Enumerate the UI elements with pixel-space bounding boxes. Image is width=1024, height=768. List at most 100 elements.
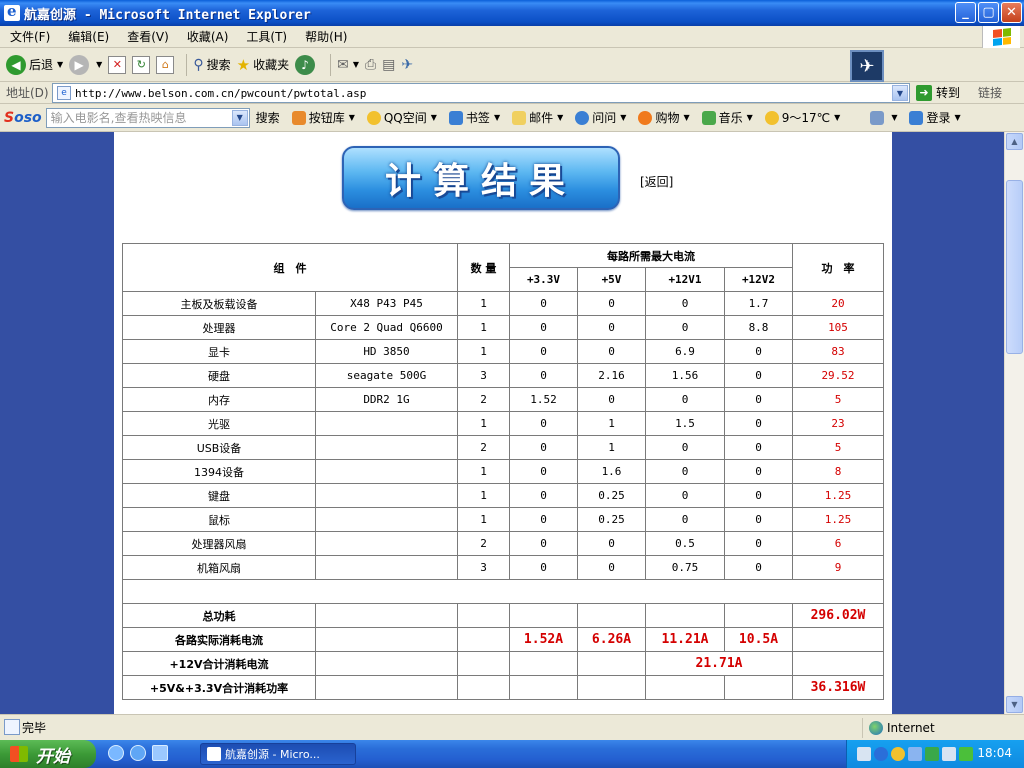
print-button[interactable]: ⎙ xyxy=(365,57,376,73)
current-12v2: 0 xyxy=(724,459,793,484)
menu-tools[interactable]: 工具(T) xyxy=(240,28,293,45)
component-model xyxy=(315,555,458,580)
soso-login-menu[interactable]: 登录 ▼ xyxy=(909,109,961,126)
shield-tray-icon[interactable] xyxy=(959,747,973,761)
maximize-button[interactable]: ▢ xyxy=(978,2,999,23)
soso-music-menu[interactable]: 音乐 ▼ xyxy=(701,109,753,126)
ie-quicklaunch-icon[interactable] xyxy=(108,745,124,761)
scroll-down-icon[interactable]: ▼ xyxy=(1006,696,1023,713)
soso-logo: Soso xyxy=(4,109,42,126)
soso-shop-menu[interactable]: 购物 ▼ xyxy=(638,109,690,126)
media-icon: ♪ xyxy=(295,54,316,75)
arrow-tray-icon[interactable] xyxy=(874,747,888,761)
12v-total-label: +12V合计消耗电流 xyxy=(122,651,316,676)
table-row: 机箱风扇 3 0 0 0.75 0 9 xyxy=(122,555,884,580)
soso-mail-menu[interactable]: 邮件 ▼ xyxy=(512,109,563,126)
actual-current-row: 各路实际消耗电流 1.52A 6.26A 11.21A 10.5A xyxy=(122,627,884,652)
actual-12v1: 11.21A xyxy=(645,627,725,652)
soso-ask-menu[interactable]: 问问 ▼ xyxy=(575,109,626,126)
current-12v2: 0 xyxy=(724,555,793,580)
mail-button[interactable]: ✉ ▼ xyxy=(337,57,359,73)
current-5v: 0 xyxy=(577,531,646,556)
soso-buttons-menu[interactable]: 按钮库 ▼ xyxy=(291,109,355,126)
refresh-quicklaunch-icon[interactable] xyxy=(130,745,146,761)
total-row: 总功耗 296.02W xyxy=(122,603,884,628)
current-3v3: 0 xyxy=(509,459,578,484)
menu-file[interactable]: 文件(F) xyxy=(4,28,56,45)
scroll-up-icon[interactable]: ▲ xyxy=(1006,133,1023,150)
menu-edit[interactable]: 编辑(E) xyxy=(62,28,115,45)
header-component: 组 件 xyxy=(122,243,458,292)
star-icon: ★ xyxy=(236,55,251,74)
12v-total-value: 21.71A xyxy=(645,651,793,676)
taskbar-ie-window[interactable]: 航嘉创源 - Micro... xyxy=(200,743,356,765)
current-5v: 1.6 xyxy=(577,459,646,484)
current-12v1: 6.9 xyxy=(645,339,725,364)
soso-qzone-menu[interactable]: QQ空间 ▼ xyxy=(366,109,437,126)
table-row: 内存 DDR2 1G 2 1.52 0 0 0 5 xyxy=(122,387,884,412)
system-tray: 18:04 xyxy=(846,740,1024,768)
messenger-button[interactable]: ✈ xyxy=(401,57,413,73)
edit-button[interactable]: ▤ xyxy=(382,57,395,73)
current-12v2: 1.7 xyxy=(724,291,793,316)
start-button[interactable]: 开始 xyxy=(0,740,96,768)
go-button[interactable]: ➜ 转到 xyxy=(916,84,960,101)
go-arrow-icon: ➜ xyxy=(916,84,932,101)
scroll-thumb[interactable] xyxy=(1006,180,1023,354)
status-bar: 完毕 Internet xyxy=(0,714,1024,740)
soso-search-input[interactable]: 输入电影名,查看热映信息 ▼ xyxy=(45,107,250,128)
links-button[interactable]: 链接 xyxy=(978,84,1002,101)
12v-total-row: +12V合计消耗电流 21.71A xyxy=(122,651,884,676)
app-tray-icon[interactable] xyxy=(925,747,939,761)
soso-dropdown-icon[interactable]: ▼ xyxy=(231,109,248,126)
security-zone: Internet xyxy=(862,718,935,738)
back-link[interactable]: [返回] xyxy=(640,173,673,190)
component-model xyxy=(315,435,458,460)
component-model xyxy=(315,411,458,436)
component-model: DDR2 1G xyxy=(315,387,458,412)
current-12v1: 0 xyxy=(645,507,725,532)
total-label: 总功耗 xyxy=(122,603,316,628)
table-row: 鼠标 1 0 0.25 0 0 1.25 xyxy=(122,507,884,532)
vertical-scrollbar[interactable]: ▲ ▼ xyxy=(1004,132,1024,714)
media-button[interactable]: ♪ xyxy=(295,54,318,75)
home-button[interactable]: ⌂ xyxy=(156,55,175,74)
desktop-quicklaunch-icon[interactable] xyxy=(152,745,168,761)
soso-settings-menu[interactable]: ▼ xyxy=(870,110,897,125)
minimize-button[interactable]: _ xyxy=(955,2,976,23)
menu-favorites[interactable]: 收藏(A) xyxy=(181,28,235,45)
back-button[interactable]: ◀ 后退 ▼ xyxy=(6,54,63,75)
5v-power-label: +5V&+3.3V合计消耗功率 xyxy=(122,675,316,700)
address-dropdown-icon[interactable]: ▼ xyxy=(892,85,908,101)
current-5v: 0.25 xyxy=(577,507,646,532)
quantity: 1 xyxy=(457,291,510,316)
title-bar[interactable]: 航嘉创源 - Microsoft Internet Explorer _ ▢ ✕ xyxy=(0,0,1024,26)
table-row: 处理器风扇 2 0 0 0.5 0 6 xyxy=(122,531,884,556)
refresh-button[interactable]: ↻ xyxy=(132,55,151,74)
component-name: 显卡 xyxy=(122,339,316,364)
menu-help[interactable]: 帮助(H) xyxy=(299,28,353,45)
search-button[interactable]: ⚲ 搜索 xyxy=(193,56,230,73)
5v-power-value: 36.316W xyxy=(792,675,884,700)
stop-button[interactable]: ✕ xyxy=(108,55,127,74)
music-icon xyxy=(701,110,716,125)
soso-search-button[interactable]: 搜索 xyxy=(256,109,280,126)
component-model xyxy=(315,459,458,484)
network-tray-icon[interactable] xyxy=(908,747,922,761)
address-label: 地址(D) xyxy=(6,86,49,100)
forward-button[interactable]: ▶ ▼ xyxy=(69,54,102,75)
close-button[interactable]: ✕ xyxy=(1001,2,1022,23)
soso-bookmark-menu[interactable]: 书签 ▼ xyxy=(448,109,500,126)
qq-tray-icon[interactable] xyxy=(891,747,905,761)
volume-tray-icon[interactable] xyxy=(942,747,956,761)
keyboard-tray-icon[interactable] xyxy=(857,747,871,761)
favorites-button[interactable]: ★ 收藏夹 xyxy=(237,56,289,74)
header-3v3: +3.3V xyxy=(509,267,578,292)
menu-view[interactable]: 查看(V) xyxy=(121,28,175,45)
current-3v3: 0 xyxy=(509,315,578,340)
soso-weather-menu[interactable]: 9～17℃ ▼ xyxy=(764,109,840,126)
actual-label: 各路实际消耗电流 xyxy=(122,627,316,652)
current-3v3: 1.52 xyxy=(509,387,578,412)
address-input[interactable]: e http://www.belson.com.cn/pwcount/pwtot… xyxy=(52,83,910,103)
qzone-icon xyxy=(366,110,381,125)
